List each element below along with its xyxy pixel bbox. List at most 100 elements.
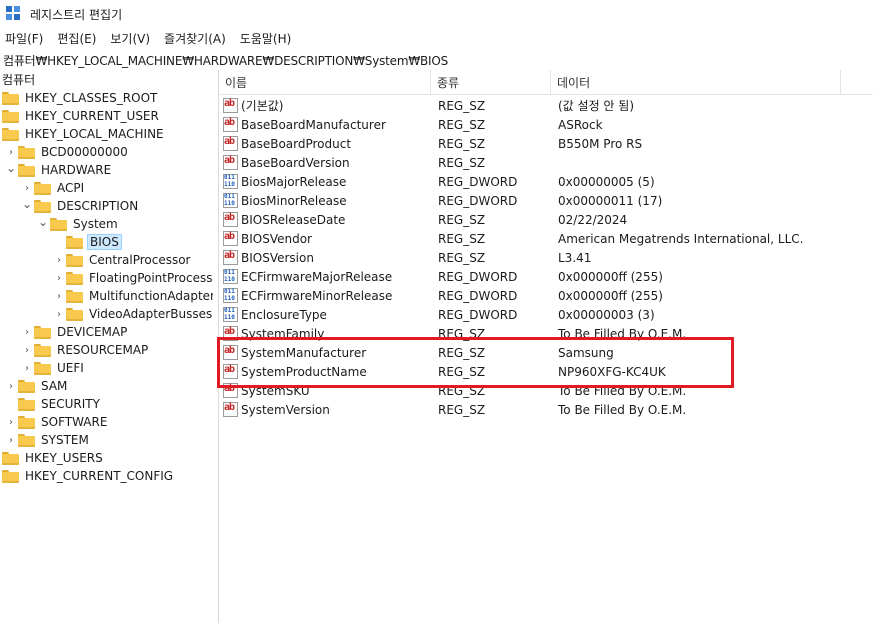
value-type: REG_SZ bbox=[438, 383, 486, 398]
value-data: L3.41 bbox=[558, 250, 592, 265]
chevron-right-icon[interactable]: › bbox=[20, 341, 34, 359]
chevron-right-icon[interactable]: › bbox=[4, 377, 18, 395]
table-row[interactable]: SystemFamily REG_SZ To Be Filled By O.E.M. bbox=[219, 324, 873, 343]
column-header-type[interactable]: 종류 bbox=[431, 70, 551, 94]
value-name-cell: SystemSKU bbox=[223, 381, 310, 400]
tree-node-hardware[interactable]: ⌄ HARDWARE bbox=[4, 161, 113, 179]
table-row[interactable]: (기본값) REG_SZ (값 설정 안 됨) bbox=[219, 96, 873, 115]
chevron-right-icon[interactable]: › bbox=[52, 251, 66, 269]
registry-tree[interactable]: 컴퓨터 HKEY_CLASSES_ROOT HKEY_CURRENT_USER … bbox=[0, 70, 214, 623]
chevron-down-icon[interactable]: ⌄ bbox=[36, 215, 50, 233]
tree-node-system[interactable]: › SYSTEM bbox=[4, 431, 91, 449]
value-name-cell: SystemProductName bbox=[223, 362, 367, 381]
value-data: ASRock bbox=[558, 117, 603, 132]
table-row[interactable]: ECFirmwareMinorRelease REG_DWORD 0x000000f… bbox=[219, 286, 873, 305]
table-row[interactable]: EnclosureType REG_DWORD 0x00000003 (3) bbox=[219, 305, 873, 324]
value-name: BiosMajorRelease bbox=[241, 174, 347, 189]
tree-node-uefi[interactable]: › UEFI bbox=[20, 359, 86, 377]
folder-icon bbox=[18, 163, 35, 177]
folder-icon bbox=[2, 91, 19, 105]
tree-node-bios[interactable]: BIOS bbox=[66, 233, 122, 251]
tree-node-centralprocessor[interactable]: › CentralProcessor bbox=[52, 251, 193, 269]
tree-node-bcd[interactable]: › BCD00000000 bbox=[4, 143, 130, 161]
table-row[interactable]: BaseBoardProduct REG_SZ B550M Pro RS bbox=[219, 134, 873, 153]
tree-node-hklm[interactable]: HKEY_LOCAL_MACHINE bbox=[2, 125, 166, 143]
tree-node-multifunctionadapter[interactable]: › MultifunctionAdapter bbox=[52, 287, 213, 305]
tree-node-acpi[interactable]: › ACPI bbox=[20, 179, 86, 197]
chevron-right-icon[interactable]: › bbox=[20, 179, 34, 197]
menu-file[interactable]: 파일(F) bbox=[5, 30, 43, 47]
values-list[interactable]: 이름 종류 데이터 (기본값) REG_SZ (값 설정 안 됨) BaseBoard… bbox=[219, 70, 873, 623]
value-data: B550M Pro RS bbox=[558, 136, 643, 151]
tree-node-resourcemap[interactable]: › RESOURCEMAP bbox=[20, 341, 150, 359]
address-bar[interactable]: 컴퓨터₩HKEY_LOCAL_MACHINE₩HARDWARE₩DESCRIPT… bbox=[0, 50, 873, 70]
table-row[interactable]: BaseBoardVersion REG_SZ bbox=[219, 153, 873, 172]
tree-node-label: SAM bbox=[41, 379, 68, 393]
menu-help[interactable]: 도움말(H) bbox=[240, 30, 292, 47]
folder-icon bbox=[66, 253, 83, 267]
table-row[interactable]: BIOSReleaseDate REG_SZ 02/22/2024 bbox=[219, 210, 873, 229]
chevron-right-icon[interactable]: › bbox=[4, 413, 18, 431]
tree-node-devicemap[interactable]: › DEVICEMAP bbox=[20, 323, 129, 341]
chevron-right-icon[interactable]: › bbox=[4, 431, 18, 449]
value-name: ECFirmwareMinorRelease bbox=[241, 288, 393, 303]
tree-root-computer[interactable]: 컴퓨터 bbox=[0, 70, 37, 88]
tree-node-label: ACPI bbox=[57, 181, 85, 195]
value-name-cell: BIOSVendor bbox=[223, 229, 312, 248]
menu-edit[interactable]: 편집(E) bbox=[57, 30, 96, 47]
tree-node-hku[interactable]: HKEY_USERS bbox=[2, 449, 105, 467]
value-name-cell: ECFirmwareMajorRelease bbox=[223, 267, 392, 286]
chevron-right-icon[interactable]: › bbox=[20, 359, 34, 377]
table-row[interactable]: BiosMajorRelease REG_DWORD 0x00000005 (5) bbox=[219, 172, 873, 191]
folder-icon bbox=[66, 235, 83, 249]
tree-node-label: SYSTEM bbox=[41, 433, 89, 447]
chevron-right-icon[interactable]: › bbox=[52, 305, 66, 323]
table-row[interactable]: BiosMinorRelease REG_DWORD 0x00000011 (17) bbox=[219, 191, 873, 210]
tree-node-hkcr[interactable]: HKEY_CLASSES_ROOT bbox=[2, 89, 159, 107]
tree-node-floatingpointprocessor[interactable]: › FloatingPointProcessor bbox=[52, 269, 214, 287]
folder-icon bbox=[2, 469, 19, 483]
chevron-right-icon[interactable]: › bbox=[20, 323, 34, 341]
folder-icon bbox=[2, 109, 19, 123]
tree-node-hkcc[interactable]: HKEY_CURRENT_CONFIG bbox=[2, 467, 175, 485]
menu-favorites[interactable]: 즐겨찾기(A) bbox=[164, 30, 226, 47]
table-row[interactable]: SystemVersion REG_SZ To Be Filled By O.E.M… bbox=[219, 400, 873, 419]
tree-node-sam[interactable]: › SAM bbox=[4, 377, 69, 395]
tree-node-videoadapterbusses[interactable]: › VideoAdapterBusses bbox=[52, 305, 213, 323]
value-name: BiosMinorRelease bbox=[241, 193, 347, 208]
chevron-right-icon[interactable]: › bbox=[4, 143, 18, 161]
tree-node-description[interactable]: ⌄ DESCRIPTION bbox=[20, 197, 140, 215]
value-type: REG_DWORD bbox=[438, 307, 518, 322]
chevron-right-icon[interactable]: › bbox=[52, 287, 66, 305]
value-name: SystemVersion bbox=[241, 402, 330, 417]
tree-node-software[interactable]: › SOFTWARE bbox=[4, 413, 109, 431]
table-row[interactable]: SystemSKU REG_SZ To Be Filled By O.E.M. bbox=[219, 381, 873, 400]
menu-bar: 파일(F) 편집(E) 보기(V) 즐겨찾기(A) 도움말(H) bbox=[0, 28, 305, 48]
chevron-down-icon[interactable]: ⌄ bbox=[4, 161, 18, 179]
chevron-right-icon[interactable]: › bbox=[52, 269, 66, 287]
tree-node-hkcu[interactable]: HKEY_CURRENT_USER bbox=[2, 107, 161, 125]
column-header-name[interactable]: 이름 bbox=[219, 70, 431, 94]
chevron-down-icon[interactable]: ⌄ bbox=[20, 197, 34, 215]
folder-icon bbox=[66, 289, 83, 303]
value-data: 0x00000011 (17) bbox=[558, 193, 663, 208]
tree-node-label: SOFTWARE bbox=[41, 415, 108, 429]
table-row[interactable]: BIOSVersion REG_SZ L3.41 bbox=[219, 248, 873, 267]
column-header-data[interactable]: 데이터 bbox=[551, 70, 841, 94]
table-row[interactable]: SystemProductName REG_SZ NP960XFG-KC4UK bbox=[219, 362, 873, 381]
tree-node-security[interactable]: SECURITY bbox=[18, 395, 102, 413]
value-type: REG_DWORD bbox=[438, 193, 518, 208]
table-row[interactable]: ECFirmwareMajorRelease REG_DWORD 0x000000f… bbox=[219, 267, 873, 286]
address-path[interactable]: 컴퓨터₩HKEY_LOCAL_MACHINE₩HARDWARE₩DESCRIPT… bbox=[0, 52, 448, 69]
table-row[interactable]: BaseBoardManufacturer REG_SZ ASRock bbox=[219, 115, 873, 134]
value-name-cell: SystemVersion bbox=[223, 400, 330, 419]
tree-node-label: HKEY_CURRENT_USER bbox=[25, 109, 159, 123]
string-value-icon bbox=[223, 326, 238, 341]
tree-node-label: HKEY_CLASSES_ROOT bbox=[25, 91, 158, 105]
tree-node-label: FloatingPointProcessor bbox=[89, 271, 214, 285]
tree-node-system-desc[interactable]: ⌄ System bbox=[36, 215, 120, 233]
menu-view[interactable]: 보기(V) bbox=[110, 30, 150, 47]
table-row[interactable]: SystemManufacturer REG_SZ Samsung bbox=[219, 343, 873, 362]
table-row[interactable]: BIOSVendor REG_SZ American Megatrends Inte… bbox=[219, 229, 873, 248]
tree-node-label: BCD00000000 bbox=[41, 145, 128, 159]
